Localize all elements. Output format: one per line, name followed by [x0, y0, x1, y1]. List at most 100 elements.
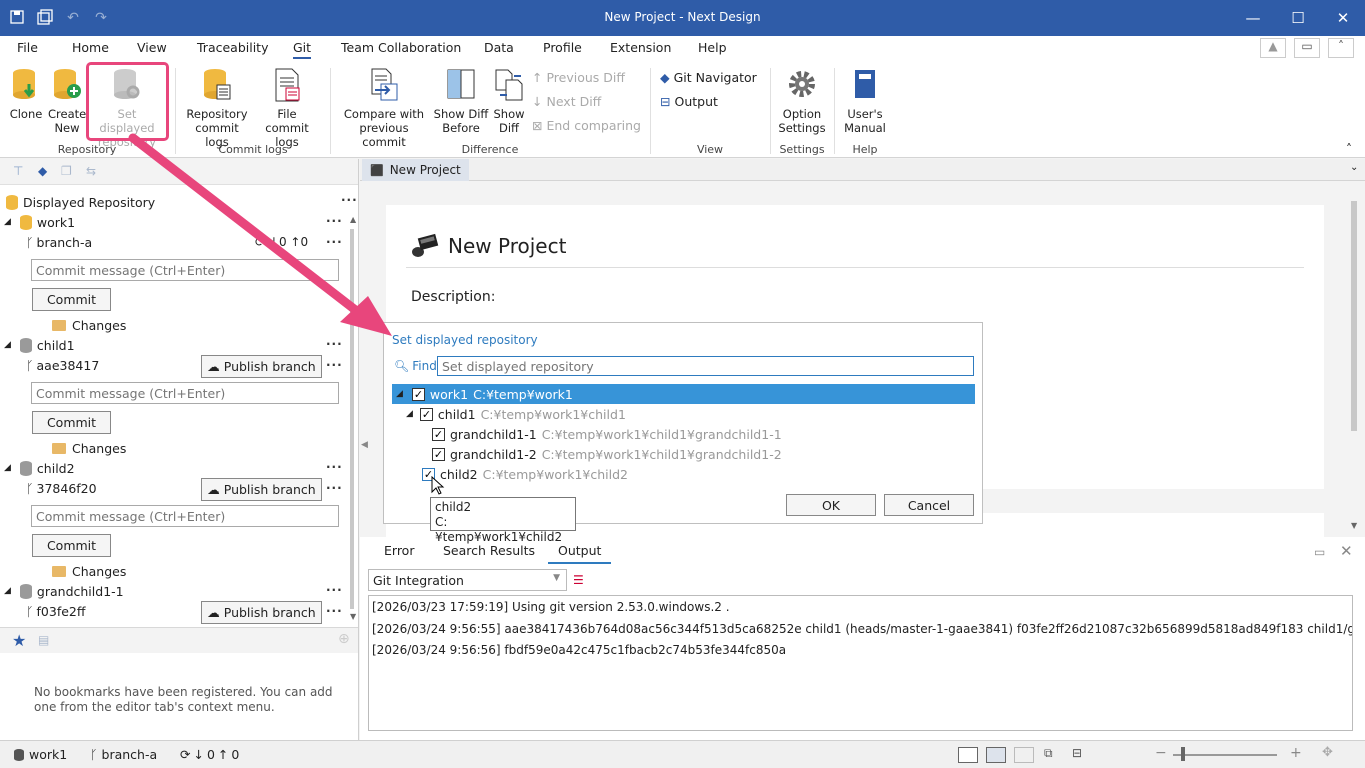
expand-icon[interactable]: ◢: [4, 217, 11, 227]
status-branch[interactable]: ᚴ branch-a: [90, 747, 157, 762]
status-sync[interactable]: ⟳ ↓ 0 ↑ 0: [180, 747, 239, 762]
feedback-icon[interactable]: ▭: [1294, 38, 1320, 58]
menu-home[interactable]: Home: [72, 40, 109, 55]
output-button[interactable]: ⊟ Output: [660, 94, 718, 109]
scroll-down-icon[interactable]: ▼: [1351, 521, 1357, 530]
git-icon[interactable]: ◆: [38, 164, 47, 178]
star-icon[interactable]: ★: [12, 631, 26, 650]
checkbox-checked[interactable]: ✓: [432, 427, 445, 441]
commit-button[interactable]: Commit: [32, 534, 111, 557]
sync-status[interactable]: ⟳ ↓0 ↑0: [255, 235, 308, 249]
tab-new-project[interactable]: ⬛ New Project: [362, 159, 469, 181]
more-icon[interactable]: ···: [326, 583, 343, 597]
more-icon[interactable]: ···: [326, 604, 343, 618]
menu-help[interactable]: Help: [698, 40, 727, 55]
output-log[interactable]: [2026/03/23 17:59:19] Using git version …: [368, 595, 1353, 731]
more-icon[interactable]: ···: [326, 337, 343, 351]
minimize-icon[interactable]: —: [1238, 6, 1268, 30]
maximize-icon[interactable]: ☐: [1283, 6, 1313, 30]
repo-row-child2[interactable]: ◢ child2: [4, 458, 354, 478]
more-icon[interactable]: ···: [326, 235, 343, 249]
collapse-icon[interactable]: ˄: [1328, 38, 1354, 58]
menu-view[interactable]: View: [137, 40, 167, 55]
commit-button[interactable]: Commit: [32, 411, 111, 434]
close-panel-icon[interactable]: ✕: [1340, 542, 1353, 560]
scrollbar-thumb[interactable]: [350, 229, 354, 609]
commit-message-input[interactable]: [31, 382, 339, 404]
repo-row-work1[interactable]: ◢ work1: [4, 212, 354, 232]
restore-icon[interactable]: ▭: [1314, 545, 1325, 559]
expand-icon[interactable]: ◢: [4, 463, 11, 473]
scroll-down-icon[interactable]: ▼: [350, 612, 356, 621]
document-scrollbar[interactable]: [1351, 201, 1357, 431]
expand-icon[interactable]: ◢: [406, 409, 413, 419]
checkbox-checked[interactable]: ✓: [432, 447, 445, 461]
tree-row-child2[interactable]: ✓ child2 C:¥temp¥work1¥child2: [422, 464, 628, 484]
more-icon[interactable]: ···: [326, 214, 343, 228]
commit-button[interactable]: Commit: [32, 288, 111, 311]
copy-icon[interactable]: ❐: [61, 164, 72, 178]
checkbox-checked[interactable]: ✓: [411, 387, 425, 401]
checkbox-checked[interactable]: ✓: [419, 407, 433, 421]
tab-dropdown-icon[interactable]: ⌄: [1350, 162, 1358, 173]
zoom-out-icon[interactable]: −: [1155, 745, 1167, 761]
tree-row-work1[interactable]: ◢ ✓ work1 C:¥temp¥work1: [392, 384, 975, 404]
layout-icon[interactable]: [986, 747, 1006, 763]
tree-row-child1[interactable]: ◢ ✓ child1 C:¥temp¥work1¥child1: [406, 404, 626, 424]
status-repository[interactable]: work1: [14, 747, 67, 762]
expand-icon[interactable]: ◢: [396, 389, 403, 399]
splitter-handle-icon[interactable]: ◀: [361, 440, 368, 450]
publish-branch-button[interactable]: ☁ Publish branch: [201, 355, 322, 378]
hierarchy-icon[interactable]: ⊤: [13, 164, 23, 178]
more-icon[interactable]: ···: [326, 358, 343, 372]
more-icon[interactable]: ···: [341, 193, 358, 207]
clear-output-icon[interactable]: ☰: [573, 573, 584, 587]
commit-message-input[interactable]: [31, 505, 339, 527]
clone-button[interactable]: Clone: [6, 68, 46, 121]
users-manual-button[interactable]: User's Manual: [840, 68, 890, 135]
ribbon-collapse-icon[interactable]: ˄: [1346, 142, 1352, 156]
next-diff-button[interactable]: ↓ Next Diff: [532, 94, 601, 109]
publish-branch-button[interactable]: ☁ Publish branch: [201, 601, 322, 624]
tab-error[interactable]: Error: [384, 543, 414, 558]
menu-traceability[interactable]: Traceability: [197, 40, 268, 55]
compare-previous-commit-button[interactable]: Compare with previous commit: [338, 68, 430, 149]
repo-row-grandchild1-1[interactable]: ◢ grandchild1-1: [4, 581, 354, 601]
create-new-button[interactable]: Create New: [48, 68, 86, 135]
expand-icon[interactable]: ◢: [4, 340, 11, 350]
zoom-in-icon[interactable]: +: [1290, 745, 1302, 761]
sync-icon[interactable]: ⇆: [86, 164, 96, 178]
account-icon[interactable]: ▲: [1260, 38, 1286, 58]
expand-icon[interactable]: ◢: [4, 586, 11, 596]
menu-profile[interactable]: Profile: [543, 40, 582, 55]
fit-icon[interactable]: ✥: [1322, 745, 1333, 760]
option-settings-button[interactable]: Option Settings: [776, 68, 828, 135]
scroll-up-icon[interactable]: ▲: [350, 215, 356, 224]
previous-diff-button[interactable]: ↑ Previous Diff: [532, 70, 625, 85]
show-diff-before-button[interactable]: Show Diff Before: [432, 68, 490, 135]
ok-button[interactable]: OK: [786, 494, 876, 516]
output-source-select[interactable]: Git Integration ▼: [368, 569, 567, 591]
layout-icon[interactable]: [1014, 747, 1034, 763]
tab-output[interactable]: Output: [548, 543, 612, 564]
tree-row-grandchild1-2[interactable]: ✓ grandchild1-2 C:¥temp¥work1¥child1¥gra…: [432, 444, 782, 464]
tab-search-results[interactable]: Search Results: [443, 543, 535, 558]
diagram-icon[interactable]: ⧉: [1044, 746, 1053, 761]
bookmark-folder-icon[interactable]: ▤: [38, 633, 49, 647]
menu-git[interactable]: Git: [293, 40, 312, 59]
find-input[interactable]: [437, 356, 974, 376]
menu-extension[interactable]: Extension: [610, 40, 671, 55]
show-diff-button[interactable]: Show Diff: [490, 68, 528, 135]
zoom-slider[interactable]: [1173, 754, 1277, 756]
file-commit-logs-button[interactable]: File commit logs: [254, 68, 320, 149]
git-navigator-button[interactable]: ◆ Git Navigator: [660, 70, 757, 85]
menu-team-collaboration[interactable]: Team Collaboration: [341, 40, 461, 55]
cancel-button[interactable]: Cancel: [884, 494, 974, 516]
layout-icon[interactable]: [958, 747, 978, 763]
commit-message-input[interactable]: [31, 259, 339, 281]
zoom-slider-thumb[interactable]: [1181, 747, 1185, 761]
menu-data[interactable]: Data: [484, 40, 514, 55]
tree-row-grandchild1-1[interactable]: ✓ grandchild1-1 C:¥temp¥work1¥child1¥gra…: [432, 424, 782, 444]
end-comparing-button[interactable]: ⊠ End comparing: [532, 118, 641, 133]
more-icon[interactable]: ···: [326, 460, 343, 474]
